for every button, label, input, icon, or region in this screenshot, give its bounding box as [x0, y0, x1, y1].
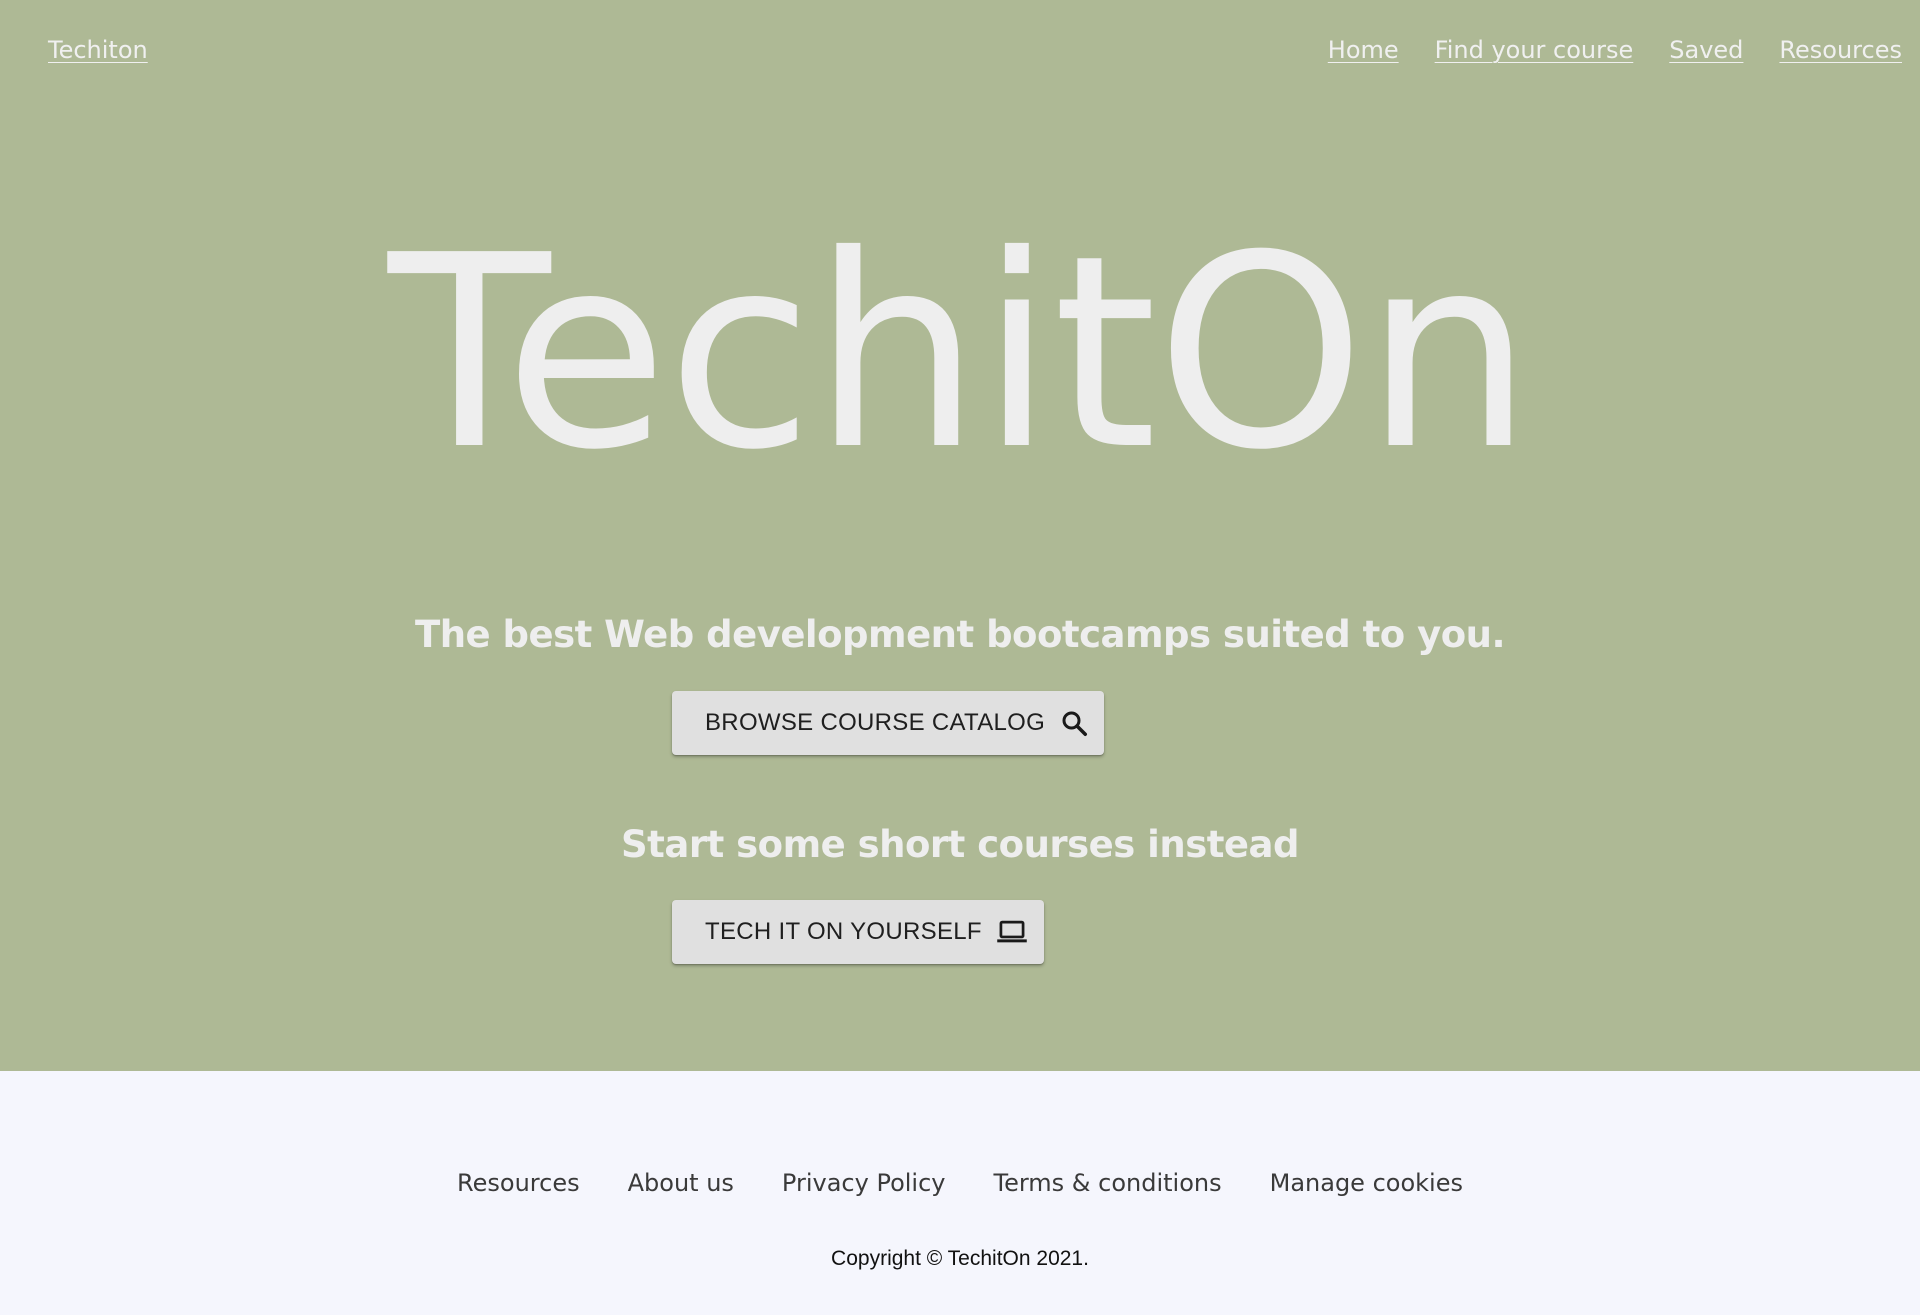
hero-section: Techiton Home Find your course Saved Res… [0, 0, 1920, 1071]
search-icon [1059, 707, 1089, 739]
nav-link-find-your-course[interactable]: Find your course [1435, 36, 1634, 64]
browse-course-catalog-button[interactable]: BROWSE COURSE CATALOG [672, 691, 1104, 755]
tech-it-on-yourself-button[interactable]: TECH IT ON YOURSELF [672, 900, 1044, 964]
tech-button-label: TECH IT ON YOURSELF [705, 918, 982, 945]
footer-link-manage-cookies[interactable]: Manage cookies [1270, 1169, 1463, 1197]
nav-links: Home Find your course Saved Resources [1328, 36, 1902, 64]
browse-button-label: BROWSE COURSE CATALOG [705, 709, 1046, 736]
nav-link-saved[interactable]: Saved [1669, 36, 1743, 64]
nav-link-home[interactable]: Home [1328, 36, 1399, 64]
navbar: Techiton Home Find your course Saved Res… [0, 0, 1920, 104]
nav-link-resources[interactable]: Resources [1779, 36, 1902, 64]
footer-link-about-us[interactable]: About us [628, 1169, 734, 1197]
footer-link-resources[interactable]: Resources [457, 1169, 580, 1197]
hero-title: TechitOn [388, 198, 1533, 508]
hero-subline: Start some short courses instead [621, 823, 1299, 866]
footer-link-terms-conditions[interactable]: Terms & conditions [993, 1169, 1221, 1197]
laptop-icon [996, 916, 1028, 948]
brand-link[interactable]: Techiton [48, 36, 148, 64]
footer-links: Resources About us Privacy Policy Terms … [0, 1169, 1920, 1197]
copyright-text: Copyright © TechitOn 2021. [831, 1247, 1089, 1270]
hero-tagline: The best Web development bootcamps suite… [414, 613, 1506, 656]
footer-link-privacy-policy[interactable]: Privacy Policy [782, 1169, 946, 1197]
footer: Resources About us Privacy Policy Terms … [0, 1071, 1920, 1315]
